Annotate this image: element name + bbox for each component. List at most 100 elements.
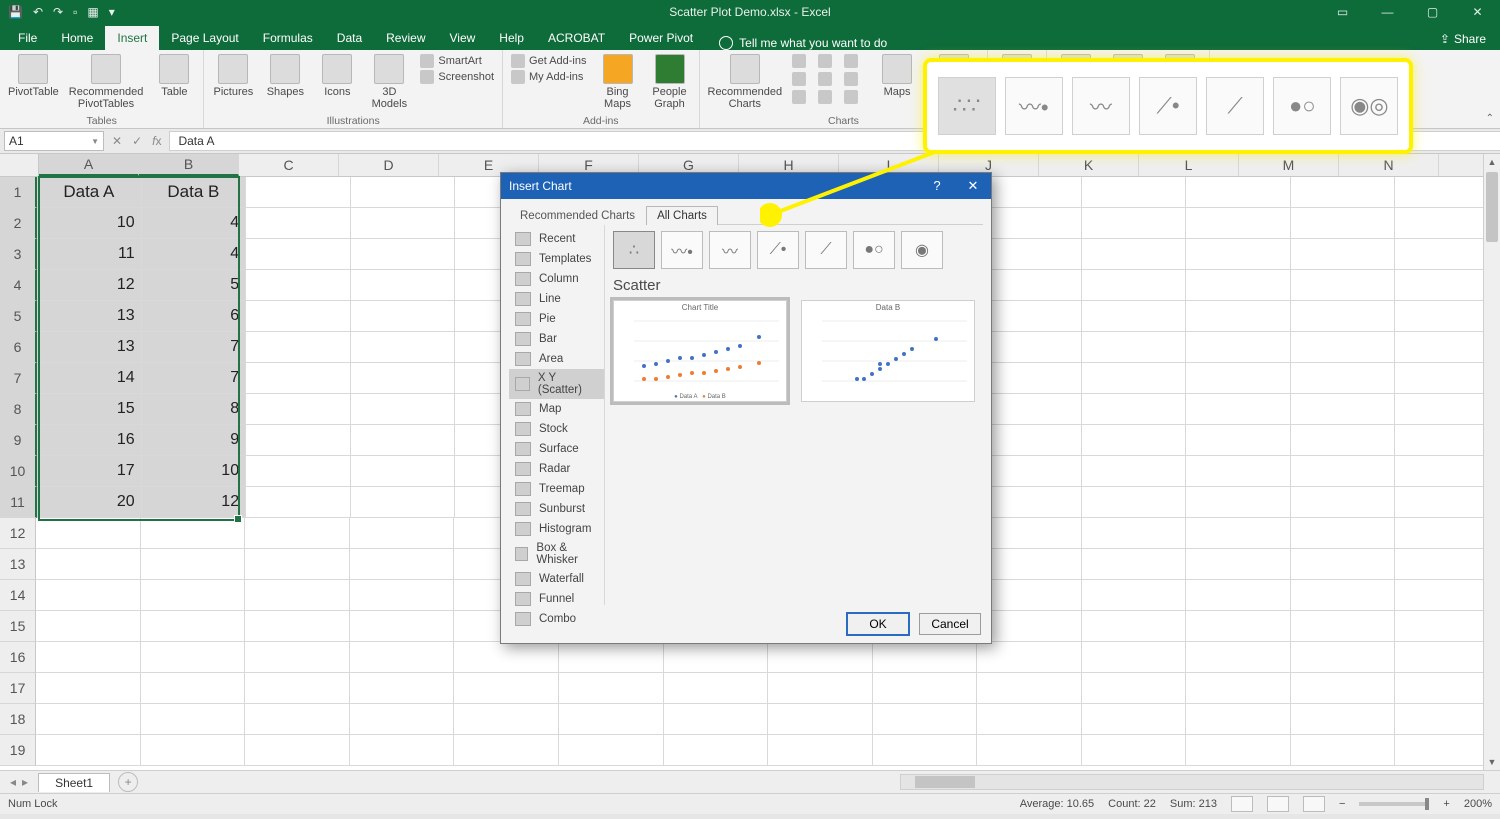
chart-preview-2[interactable]: Data B [801, 300, 975, 402]
cell[interactable] [351, 487, 455, 518]
tab-file[interactable]: File [6, 26, 49, 50]
cell[interactable]: 13 [37, 301, 141, 332]
page-break-view-button[interactable] [1303, 796, 1325, 812]
chart-category-item[interactable]: Line [509, 289, 604, 309]
cell[interactable] [36, 580, 141, 611]
chart-type-icon[interactable] [844, 54, 858, 68]
cell[interactable] [1186, 673, 1291, 704]
subtype-scatter-straight-icon[interactable]: ⟋ [805, 231, 847, 269]
chart-category-item[interactable]: Combo [509, 609, 604, 629]
cell[interactable]: 14 [37, 363, 141, 394]
cell[interactable]: Data A [37, 177, 141, 208]
chart-type-icon[interactable] [792, 90, 806, 104]
cell[interactable] [977, 642, 1082, 673]
cell[interactable]: 20 [37, 487, 141, 518]
share-button[interactable]: ⇪Share [1440, 32, 1486, 50]
cell[interactable] [977, 673, 1082, 704]
cell[interactable] [1291, 549, 1396, 580]
cell[interactable] [977, 394, 1081, 425]
cell[interactable] [350, 611, 455, 642]
recommended-pivottables-button[interactable]: Recommended PivotTables [69, 54, 144, 110]
tab-insert[interactable]: Insert [105, 26, 159, 50]
cell[interactable] [141, 518, 246, 549]
chart-category-item[interactable]: Funnel [509, 589, 604, 609]
cell[interactable] [1291, 642, 1396, 673]
cell[interactable] [1186, 611, 1291, 642]
cell[interactable] [350, 673, 455, 704]
cell[interactable]: 12 [37, 270, 141, 301]
smartart-button[interactable]: SmartArt [420, 54, 494, 68]
cancel-button[interactable]: Cancel [919, 613, 981, 635]
chart-category-item[interactable]: Templates [509, 249, 604, 269]
cell[interactable]: 4 [142, 208, 246, 239]
column-header[interactable]: L [1139, 154, 1239, 176]
cell[interactable] [1186, 580, 1291, 611]
cell[interactable] [559, 704, 664, 735]
cell[interactable] [977, 177, 1081, 208]
cell[interactable] [1082, 394, 1186, 425]
chart-category-item[interactable]: Bar [509, 329, 604, 349]
cell[interactable] [246, 270, 350, 301]
tab-view[interactable]: View [438, 26, 488, 50]
get-addins-button[interactable]: Get Add-ins [511, 54, 586, 68]
scatter-markers-icon[interactable]: ∴∵ [938, 77, 996, 135]
scatter-straight-lines-icon[interactable]: ⟋ [1206, 77, 1264, 135]
cell[interactable] [1082, 239, 1186, 270]
normal-view-button[interactable] [1231, 796, 1253, 812]
cell[interactable] [36, 704, 141, 735]
cell[interactable] [768, 673, 873, 704]
cell[interactable] [454, 735, 559, 766]
cell[interactable] [559, 735, 664, 766]
pictures-button[interactable]: Pictures [212, 54, 254, 98]
cell[interactable] [977, 208, 1081, 239]
cell[interactable] [1082, 363, 1186, 394]
horizontal-scrollbar[interactable] [900, 774, 1484, 790]
cell[interactable] [1291, 208, 1395, 239]
cell[interactable] [1186, 363, 1290, 394]
cell[interactable] [1186, 239, 1290, 270]
cell[interactable] [977, 425, 1081, 456]
row-header[interactable]: 2 [0, 208, 37, 239]
sheet-nav-prev-icon[interactable]: ◂ [10, 775, 16, 789]
cell[interactable] [1186, 549, 1291, 580]
cell[interactable] [1082, 735, 1187, 766]
cell[interactable]: 16 [37, 425, 141, 456]
cell[interactable] [1291, 363, 1395, 394]
cell[interactable] [351, 332, 455, 363]
cell[interactable] [664, 642, 769, 673]
qat-more-icon[interactable]: ▾ [109, 5, 115, 19]
dialog-close-button[interactable]: ✕ [955, 178, 991, 194]
cell[interactable] [1186, 301, 1290, 332]
dialog-tab-recommended[interactable]: Recommended Charts [509, 206, 646, 225]
scroll-down-icon[interactable]: ▼ [1484, 754, 1500, 770]
cell[interactable] [351, 239, 455, 270]
column-header[interactable]: M [1239, 154, 1339, 176]
cell[interactable] [977, 363, 1081, 394]
cell[interactable] [1186, 642, 1291, 673]
row-header[interactable]: 11 [0, 487, 37, 518]
cell[interactable] [36, 549, 141, 580]
tab-home[interactable]: Home [49, 26, 105, 50]
cell[interactable] [351, 177, 455, 208]
cell[interactable] [36, 611, 141, 642]
cell[interactable] [36, 735, 141, 766]
chart-category-item[interactable]: X Y (Scatter) [509, 369, 604, 399]
cell[interactable] [1291, 735, 1396, 766]
redo-icon[interactable]: ↷ [53, 5, 63, 19]
column-header[interactable]: N [1339, 154, 1439, 176]
cell[interactable]: 9 [142, 425, 246, 456]
cell[interactable] [245, 673, 350, 704]
pivottable-button[interactable]: PivotTable [8, 54, 59, 98]
scroll-thumb[interactable] [1486, 172, 1498, 242]
undo-icon[interactable]: ↶ [33, 5, 43, 19]
cell[interactable] [141, 611, 246, 642]
tab-formulas[interactable]: Formulas [251, 26, 325, 50]
close-button[interactable]: ✕ [1455, 0, 1500, 24]
cell[interactable] [246, 425, 350, 456]
cell[interactable] [1291, 332, 1395, 363]
cell[interactable] [246, 177, 350, 208]
row-header[interactable]: 5 [0, 301, 37, 332]
chart-category-item[interactable]: Surface [509, 439, 604, 459]
ribbon-display-icon[interactable]: ▭ [1320, 0, 1365, 24]
cell[interactable] [350, 518, 455, 549]
